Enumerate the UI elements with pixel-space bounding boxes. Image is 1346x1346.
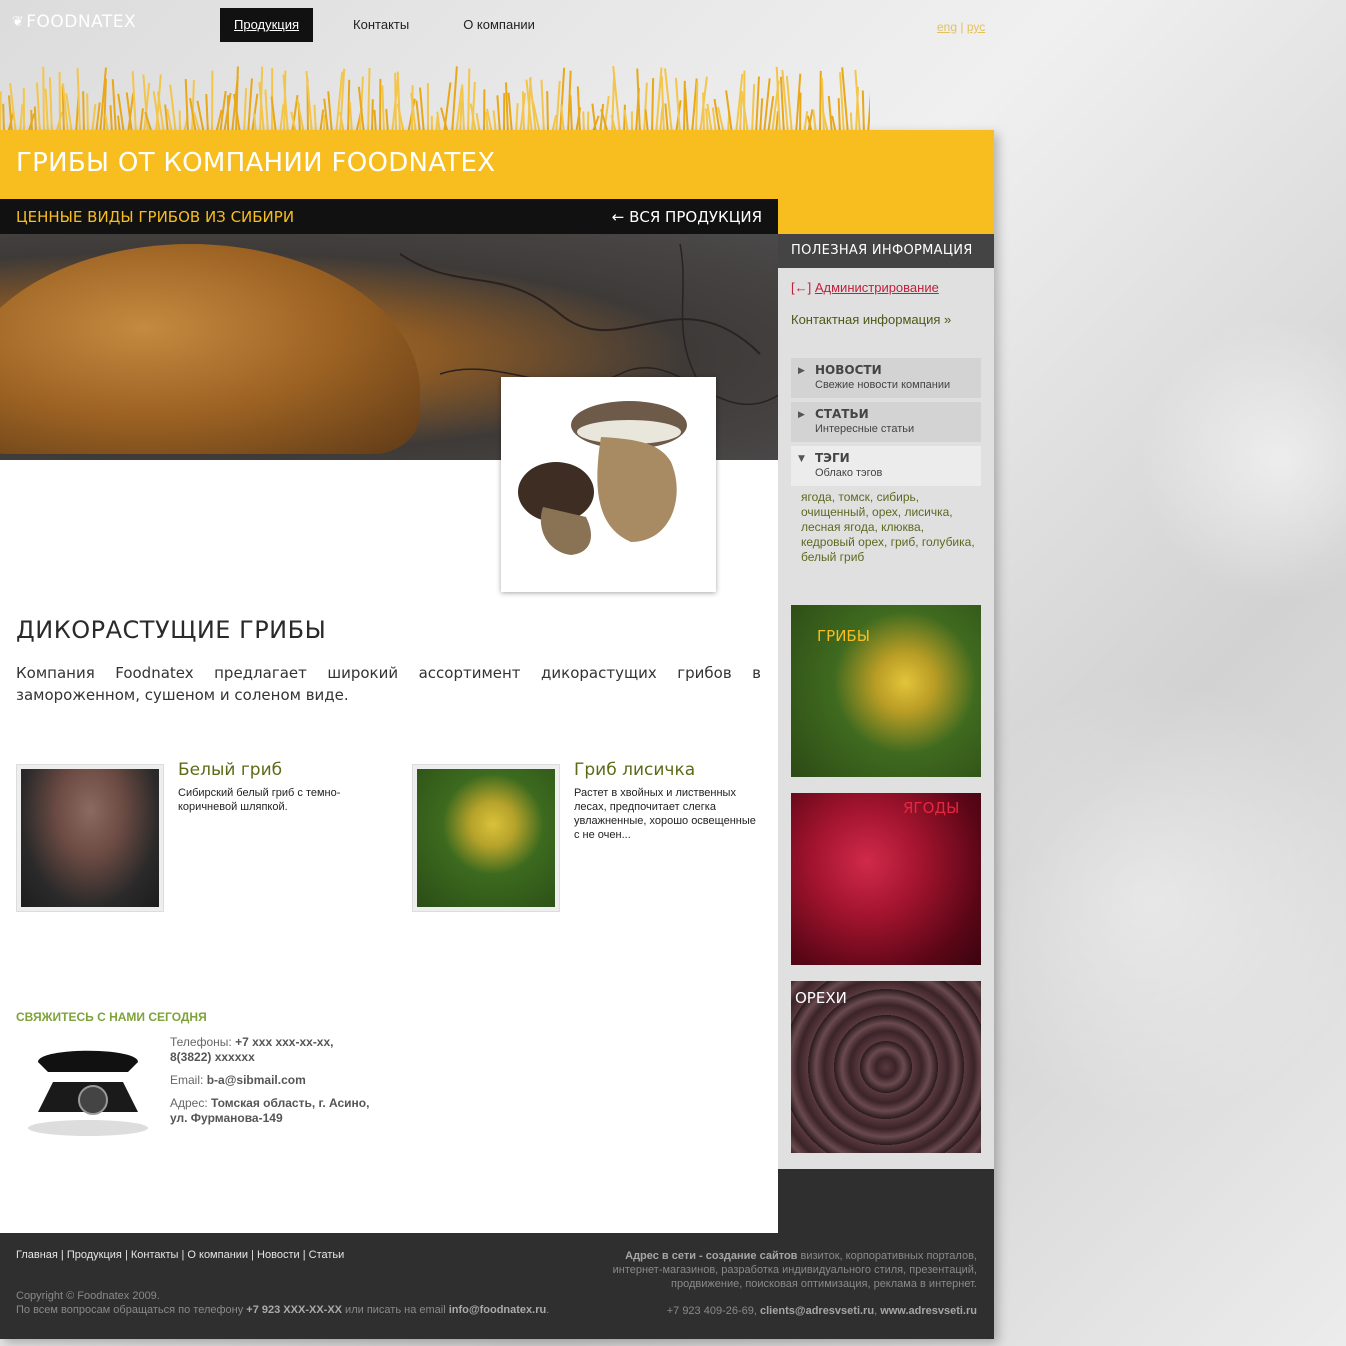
- lang-rus-link[interactable]: рус: [967, 20, 985, 34]
- accordion-subtitle: Облако тэгов: [815, 467, 883, 479]
- accordion-item-tags[interactable]: ▼ ТЭГИ Облако тэгов: [791, 446, 981, 486]
- telephone-icon: [28, 1050, 148, 1136]
- tile-label: ГРИБЫ: [817, 627, 870, 645]
- product-description: Сибирский белый гриб с темно-коричневой …: [178, 787, 341, 813]
- caret-right-icon: ▶: [798, 410, 805, 420]
- sidebar-heading: ПОЛЕЗНАЯ ИНФОРМАЦИЯ: [778, 234, 994, 268]
- footer-copyright: Copyright © Foodnatex 2009. По всем вопр…: [16, 1289, 549, 1317]
- accordion-title: НОВОСТИ: [815, 363, 882, 377]
- contact-info-link[interactable]: Контактная информация »: [791, 312, 951, 327]
- agency-phone: +7 923 409-26-69,: [666, 1305, 760, 1317]
- product-name[interactable]: Гриб лисичка: [574, 760, 695, 780]
- footer-link-contacts[interactable]: Контакты: [131, 1249, 179, 1261]
- banner-mushroom-cap: [0, 244, 420, 454]
- footer-link-products[interactable]: Продукция: [67, 1249, 122, 1261]
- main-panel: ГРИБЫ ОТ КОМПАНИИ FOODNATEX ЦЕННЫЕ ВИДЫ …: [0, 130, 994, 1339]
- logo-mark-icon: ❦: [12, 14, 25, 30]
- agency-credit: Адрес в сети - создание сайтов визиток, …: [577, 1249, 977, 1291]
- agency-link[interactable]: Адрес в сети - создание сайтов: [625, 1250, 797, 1262]
- support-phone: +7 923 XXX-XX-XX: [246, 1304, 342, 1316]
- agency-site[interactable]: www.adresvseti.ru: [880, 1305, 977, 1317]
- support-text: .: [546, 1304, 550, 1316]
- section-heading: ДИКОРАСТУЩИЕ ГРИБЫ: [16, 616, 327, 644]
- category-tile-nuts[interactable]: ОРЕХИ: [791, 981, 981, 1153]
- footer-link-articles[interactable]: Статьи: [309, 1249, 345, 1261]
- category-tile-mushrooms[interactable]: ГРИБЫ: [791, 605, 981, 777]
- admin-link-text[interactable]: Администрирование: [815, 280, 939, 295]
- copyright-text: Copyright © Foodnatex 2009.: [16, 1290, 160, 1302]
- accordion-item-news[interactable]: ▶ НОВОСТИ Свежие новости компании: [791, 358, 981, 398]
- product-name[interactable]: Белый гриб: [178, 760, 282, 780]
- content-area: ДИКОРАСТУЩИЕ ГРИБЫ Компания Foodnatex пр…: [0, 234, 778, 1233]
- accordion-title: ТЭГИ: [815, 451, 850, 465]
- grass-decoration: [0, 65, 870, 134]
- footer: Главная | Продукция | Контакты | О компа…: [0, 1233, 994, 1339]
- accordion-title: СТАТЬИ: [815, 407, 869, 421]
- accordion-item-articles[interactable]: ▶ СТАТЬИ Интересные статьи: [791, 402, 981, 442]
- lang-separator: |: [957, 20, 967, 34]
- lang-eng-link[interactable]: eng: [937, 20, 957, 34]
- tile-label: ЯГОДЫ: [903, 799, 960, 817]
- porcini-illustration: [518, 401, 687, 555]
- admin-link[interactable]: [←] Администрирование: [791, 280, 939, 295]
- phones-label: Телефоны:: [170, 1035, 236, 1049]
- tile-label: ОРЕХИ: [795, 989, 847, 1007]
- sub-header-bar: ЦЕННЫЕ ВИДЫ ГРИБОВ ИЗ СИБИРИ ← ВСЯ ПРОДУ…: [0, 199, 778, 234]
- product-thumbnail[interactable]: [412, 764, 560, 912]
- accordion-subtitle: Свежие новости компании: [815, 379, 951, 391]
- top-navigation: Продукция Контакты О компании: [220, 8, 575, 42]
- support-text: По всем вопросам обращаться по телефону: [16, 1304, 247, 1316]
- footer-link-home[interactable]: Главная: [16, 1249, 58, 1261]
- nav-item-about[interactable]: О компании: [449, 8, 549, 42]
- language-switcher: eng | рус: [937, 20, 985, 34]
- support-email[interactable]: info@foodnatex.ru: [449, 1304, 547, 1316]
- footer-link-news[interactable]: Новости: [257, 1249, 300, 1261]
- agency-email[interactable]: clients@adresvseti.ru: [760, 1305, 874, 1317]
- email-value[interactable]: b-a@sibmail.com: [207, 1073, 306, 1087]
- address-label: Адрес:: [170, 1096, 212, 1110]
- admin-prefix: [←]: [791, 280, 812, 295]
- support-text: или писать на email: [342, 1304, 449, 1316]
- site-logo[interactable]: ❦ FOODNATEX: [12, 12, 136, 32]
- agency-contacts: +7 923 409-26-69, clients@adresvseti.ru,…: [557, 1305, 977, 1317]
- category-tile-berries[interactable]: ЯГОДЫ: [791, 793, 981, 965]
- product-thumbnail[interactable]: [16, 764, 164, 912]
- contact-heading: СВЯЖИТЕСЬ С НАМИ СЕГОДНЯ: [16, 1010, 207, 1024]
- all-products-link[interactable]: ← ВСЯ ПРОДУКЦИЯ: [612, 208, 762, 226]
- nav-item-products[interactable]: Продукция: [220, 8, 314, 42]
- caret-down-icon: ▼: [798, 454, 805, 464]
- section-subtitle: ЦЕННЫЕ ВИДЫ ГРИБОВ ИЗ СИБИРИ: [16, 207, 295, 226]
- footer-navigation: Главная | Продукция | Контакты | О компа…: [16, 1249, 345, 1261]
- accordion-subtitle: Интересные статьи: [815, 423, 915, 435]
- tag-cloud[interactable]: ягода, томск, сибирь, очищенный, орех, л…: [801, 490, 981, 565]
- contact-details: Телефоны: +7 xxx xxx-xx-xx, 8(3822) xxxx…: [170, 1035, 370, 1134]
- featured-mushroom-photo: [501, 377, 716, 592]
- email-label: Email:: [170, 1073, 207, 1087]
- caret-right-icon: ▶: [798, 366, 805, 376]
- footer-link-about[interactable]: О компании: [187, 1249, 248, 1261]
- logo-text: FOODNATEX: [26, 12, 137, 32]
- footer-sidebar-cap: [778, 1169, 994, 1233]
- page-title: ГРИБЫ ОТ КОМПАНИИ FOODNATEX: [16, 148, 496, 178]
- intro-paragraph: Компания Foodnatex предлагает широкий ас…: [16, 664, 761, 704]
- nav-item-contacts[interactable]: Контакты: [339, 8, 423, 42]
- sidebar: ПОЛЕЗНАЯ ИНФОРМАЦИЯ [←] Администрировани…: [778, 234, 994, 1153]
- product-description: Растет в хвойных и лиственных лесах, пре…: [574, 787, 756, 841]
